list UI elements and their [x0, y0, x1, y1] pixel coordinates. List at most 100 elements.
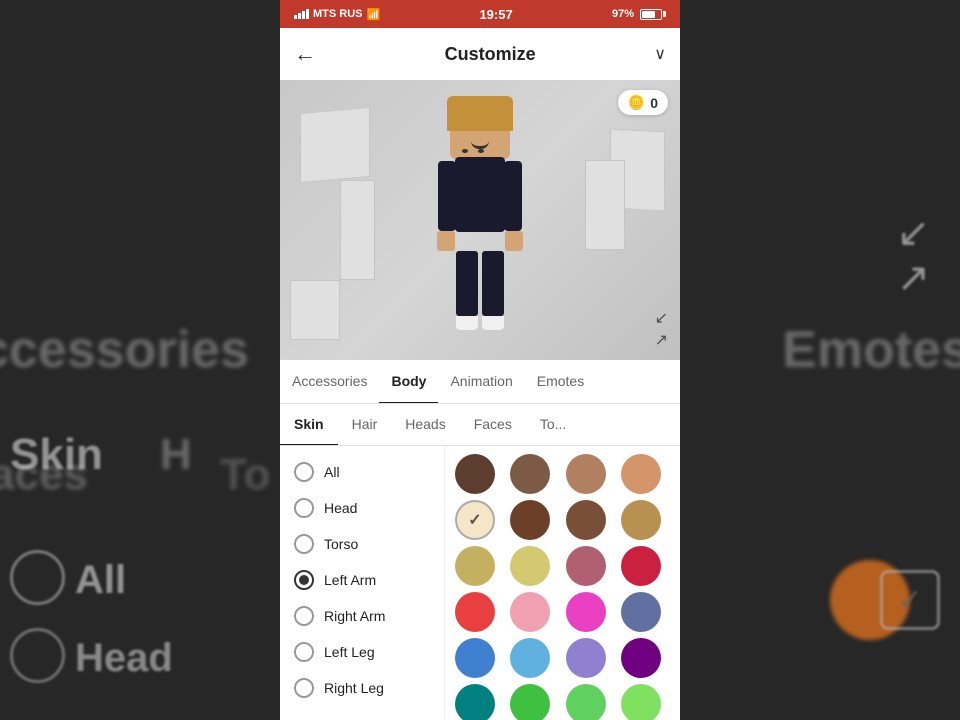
avatar-hair: [447, 96, 513, 131]
tab-animation[interactable]: Animation: [438, 360, 524, 404]
nav-chevron-icon[interactable]: ∨: [654, 44, 666, 64]
color-swatch-c24[interactable]: [621, 684, 661, 720]
status-left: MTS RUS 📶: [294, 8, 380, 21]
avatar-torso: [455, 157, 505, 232]
screenshot-background: ccessories Skin H aces To All Head Emote…: [0, 0, 960, 720]
color-swatch-c4[interactable]: [621, 454, 661, 494]
avatar-left-leg: [456, 251, 478, 316]
battery-tip: [663, 11, 666, 17]
avatar-left-foot: [456, 316, 478, 330]
color-swatch-c19[interactable]: [566, 638, 606, 678]
body-part-torso[interactable]: Torso: [280, 526, 444, 562]
sub-tab-skin[interactable]: Skin: [280, 404, 338, 446]
currency-badge: 🪙 0: [618, 90, 668, 115]
body-part-all[interactable]: All: [280, 454, 444, 490]
color-swatch-c18[interactable]: [510, 638, 550, 678]
body-part-left-arm[interactable]: Left Arm: [280, 562, 444, 598]
color-grid: [445, 446, 680, 720]
content-area: All Head Torso Left Arm: [280, 446, 680, 720]
phone-ui: MTS RUS 📶 19:57 97% ← Customize ∨: [280, 0, 680, 720]
tab-body[interactable]: Body: [379, 360, 438, 404]
color-swatch-c12[interactable]: [621, 546, 661, 586]
avatar-left-hand: [437, 231, 455, 251]
avatar-right-hand: [505, 231, 523, 251]
color-swatch-c16[interactable]: [621, 592, 661, 632]
signal-bars: [294, 9, 309, 19]
bg-right-content: Emotes ↙ ↗ ✓: [675, 0, 960, 720]
bg-left-content: ccessories Skin H aces To All Head: [0, 0, 285, 720]
color-swatch-c21[interactable]: [455, 684, 495, 720]
color-swatch-c10[interactable]: [510, 546, 550, 586]
body-part-right-arm[interactable]: Right Arm: [280, 598, 444, 634]
status-bar: MTS RUS 📶 19:57 97%: [280, 0, 680, 28]
bg-cube-3: [290, 280, 340, 340]
signal-bar-1: [294, 15, 297, 19]
radio-right-arm: [294, 606, 314, 626]
body-part-head-label: Head: [324, 500, 357, 516]
radio-inner-left-arm: [299, 575, 309, 585]
color-swatch-c3[interactable]: [566, 454, 606, 494]
color-swatch-c23[interactable]: [566, 684, 606, 720]
color-swatch-c13[interactable]: [455, 592, 495, 632]
battery-fill: [642, 11, 655, 18]
bg-right-checkbox: ✓: [880, 570, 940, 630]
bg-right-collapse-in: ↙: [896, 210, 930, 256]
body-parts-list: All Head Torso Left Arm: [280, 446, 445, 720]
body-part-head[interactable]: Head: [280, 490, 444, 526]
color-swatch-c6[interactable]: [510, 500, 550, 540]
bg-left-h-text: H: [160, 430, 192, 480]
body-part-right-leg[interactable]: Right Leg: [280, 670, 444, 706]
main-tab-bar: Accessories Body Animation Emotes: [280, 360, 680, 404]
battery-percent: 97%: [612, 8, 634, 20]
avatar-left-arm: [438, 161, 456, 231]
signal-bar-2: [298, 13, 301, 19]
bg-cube-1: [300, 107, 370, 183]
bg-left-all-circle: [10, 550, 65, 605]
tab-accessories[interactable]: Accessories: [280, 360, 379, 404]
back-button[interactable]: ←: [294, 41, 316, 67]
color-swatch-c11[interactable]: [566, 546, 606, 586]
status-time: 19:57: [479, 7, 512, 22]
color-swatch-c7[interactable]: [566, 500, 606, 540]
collapse-button[interactable]: ↙ ↗: [655, 308, 668, 350]
signal-bar-4: [306, 9, 309, 19]
radio-left-leg: [294, 642, 314, 662]
radio-all: [294, 462, 314, 482]
avatar-right-eye: [478, 149, 484, 153]
avatar-preview: 🪙 0 ↙ ↗: [280, 80, 680, 360]
color-swatch-c5[interactable]: [455, 500, 495, 540]
body-part-left-leg[interactable]: Left Leg: [280, 634, 444, 670]
bg-left-head-circle: [10, 628, 65, 683]
color-swatch-c17[interactable]: [455, 638, 495, 678]
tab-emotes[interactable]: Emotes: [525, 360, 596, 404]
bg-cube-4: [340, 180, 375, 280]
battery-icon: [640, 9, 666, 20]
radio-head: [294, 498, 314, 518]
radio-right-leg: [294, 678, 314, 698]
sub-tab-hair[interactable]: Hair: [338, 404, 392, 446]
body-part-torso-label: Torso: [324, 536, 358, 552]
color-swatch-c2[interactable]: [510, 454, 550, 494]
carrier-name: MTS RUS: [313, 8, 363, 20]
sub-tab-heads[interactable]: Heads: [391, 404, 459, 446]
nav-title: Customize: [326, 44, 654, 65]
avatar-legs: [456, 251, 504, 330]
body-part-left-arm-label: Left Arm: [324, 572, 376, 588]
body-part-left-leg-label: Left Leg: [324, 644, 375, 660]
sub-tab-torso[interactable]: To...: [526, 404, 580, 446]
avatar-right-arm: [504, 161, 522, 231]
sub-tab-faces[interactable]: Faces: [460, 404, 526, 446]
wifi-icon: 📶: [367, 8, 381, 21]
avatar-head: [450, 101, 510, 159]
color-swatch-c9[interactable]: [455, 546, 495, 586]
color-swatch-c20[interactable]: [621, 638, 661, 678]
color-swatch-c8[interactable]: [621, 500, 661, 540]
color-swatch-c14[interactable]: [510, 592, 550, 632]
status-right: 97%: [612, 8, 666, 20]
body-part-all-label: All: [324, 464, 340, 480]
bg-left-all-text: All: [75, 558, 126, 603]
color-swatch-c15[interactable]: [566, 592, 606, 632]
color-swatch-c1[interactable]: [455, 454, 495, 494]
bg-right-collapse-out: ↗: [896, 255, 930, 301]
color-swatch-c22[interactable]: [510, 684, 550, 720]
